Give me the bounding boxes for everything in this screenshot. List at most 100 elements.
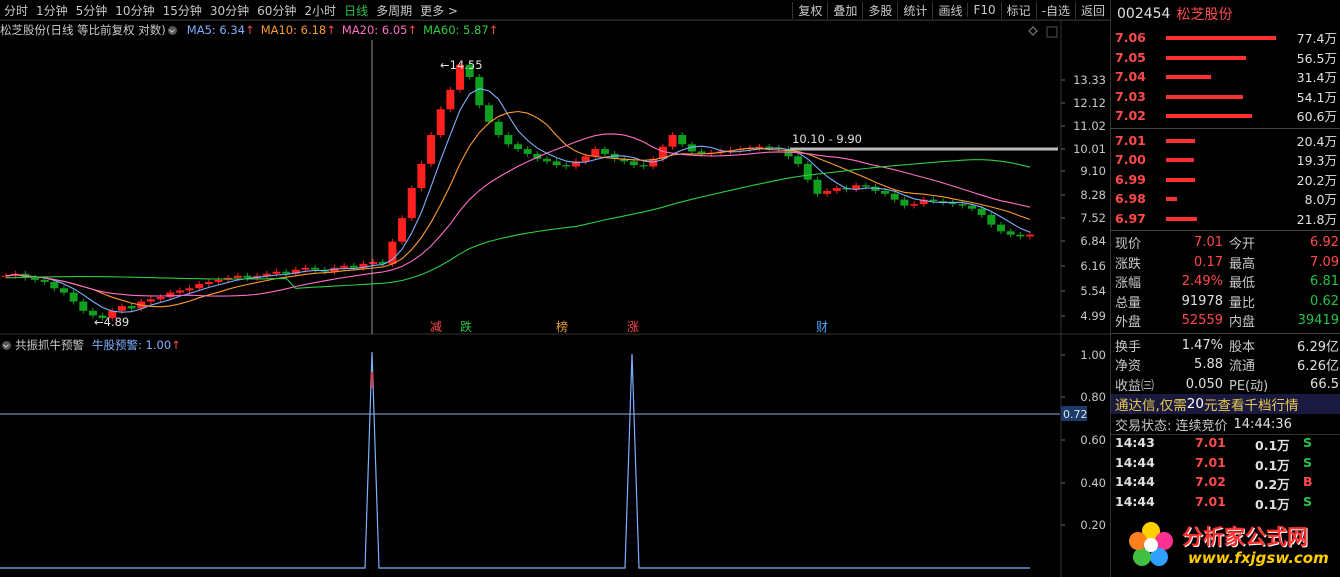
candle-body — [398, 218, 407, 242]
candle-body — [997, 224, 1006, 232]
up-arrow-icon: ↑ — [326, 23, 336, 37]
candle-body — [349, 265, 358, 268]
stat-row: 涨幅 2.49% 最低 6.81 — [1111, 272, 1340, 292]
candle-body — [117, 306, 126, 311]
candle-body — [79, 301, 88, 311]
quote-stats-2: 换手 1.47% 股本 6.29亿 净资 5.88 流通 6.26亿 收益㈢ 0.050 PE(动)… — [1111, 336, 1340, 395]
tick-volume: 0.2万 — [1255, 477, 1290, 492]
ob-price: 7.00 — [1115, 152, 1146, 168]
ob-volume: 56.5万 — [1296, 50, 1337, 66]
event-tag[interactable]: 涨 — [627, 319, 639, 334]
event-tag[interactable]: 榜 — [556, 319, 568, 334]
stat-row: 换手 1.47% 股本 6.29亿 — [1111, 336, 1340, 356]
orderbook-row[interactable]: 7.04 31.4万 — [1111, 67, 1340, 87]
stat-value: 66.5 — [1310, 376, 1339, 392]
candle-body — [436, 109, 445, 136]
tick-row: 14:44 7.01 0.1万 S — [1111, 494, 1340, 514]
indicator-title: 共振抓牛预警 牛股预警: 1.00 ↑ — [0, 337, 181, 353]
orderbook-row[interactable]: 7.02 60.6万 — [1111, 106, 1340, 126]
orderbook-row[interactable]: 6.98 8.0万 — [1111, 189, 1340, 209]
orderbook-row[interactable]: 7.00 19.3万 — [1111, 150, 1340, 170]
indicator-toggle-icon[interactable] — [2, 340, 11, 350]
stat-row: 外盘 52559 内盘 39419 — [1111, 311, 1340, 331]
up-arrow-icon: ↑ — [407, 23, 418, 37]
stat-label: 最高 — [1229, 256, 1256, 272]
y-tick-label: 6.84 — [1080, 234, 1106, 248]
stat-value: 0.17 — [1194, 254, 1223, 270]
diamond-icon[interactable] — [1028, 26, 1038, 36]
maximize-icon[interactable] — [1046, 26, 1058, 38]
ob-price: 6.98 — [1115, 191, 1146, 207]
ob-volume-bar — [1166, 75, 1212, 79]
promo-banner[interactable]: 通达信,仅需 20 元查看千档行情 — [1111, 394, 1340, 414]
event-tag[interactable]: 跌 — [460, 319, 472, 334]
quote-stats: 现价 7.01 今开 6.92 涨跌 0.17 最高 7.09 涨幅 2.49% 最低 6.81 总量 9… — [1111, 233, 1340, 331]
stat-value: 0.62 — [1310, 293, 1339, 309]
candle-body — [823, 190, 832, 194]
orderbook-divider — [1111, 127, 1340, 129]
candle-body — [59, 288, 68, 293]
y-tick-label: 1.00 — [1080, 348, 1106, 362]
tick-time: 14:44 — [1115, 474, 1155, 489]
tick-row: 14:43 7.01 0.1万 S — [1111, 435, 1340, 455]
orderbook-row[interactable]: 6.97 21.8万 — [1111, 209, 1340, 229]
candle-body — [156, 297, 165, 300]
watermark-logo: 分析家公式网 www.fxjgsw.com — [1120, 517, 1340, 577]
tick-list[interactable]: 14:43 7.01 0.1万 S 14:44 7.01 0.1万 S 14:44 7.02 0.2… — [1111, 435, 1340, 513]
tick-volume: 0.1万 — [1255, 438, 1290, 453]
orderbook-row[interactable]: 7.05 56.5万 — [1111, 48, 1340, 68]
ob-volume: 77.4万 — [1296, 31, 1337, 47]
ma20-line — [5, 133, 1031, 297]
tick-side: B — [1303, 474, 1313, 489]
candle-body — [369, 261, 378, 264]
candle-body — [581, 156, 590, 162]
candle-body — [50, 281, 59, 289]
orderbook-row[interactable]: 7.06 77.4万 — [1111, 28, 1340, 48]
stat-value: 6.26亿 — [1297, 359, 1339, 375]
low-annotation: ←4.89 — [94, 315, 129, 329]
trade-status-label: 交易状态: 连续竞价 — [1115, 418, 1228, 434]
candle-body — [127, 306, 136, 309]
tick-time: 14:44 — [1115, 454, 1155, 470]
candle-body — [958, 204, 967, 206]
kline-chart[interactable]: 13.33 12.12 11.02 10.01 9.10 8.28 7.52 6.84 6.16… — [0, 0, 1110, 577]
stat-row: 总量 91978 量比 0.62 — [1111, 292, 1340, 312]
candle-body — [282, 271, 291, 274]
promo-text: 通达信,仅需 — [1115, 398, 1187, 414]
up-arrow-icon: ↑ — [171, 338, 181, 352]
stat-label: 涨幅 — [1115, 276, 1142, 292]
stock-header: 002454 松芝股份 — [1111, 0, 1340, 28]
ob-price: 6.99 — [1115, 171, 1146, 187]
settings-toggle-icon[interactable] — [167, 25, 177, 35]
candle-body — [668, 135, 677, 147]
stat-label: 量比 — [1229, 295, 1256, 311]
tick-price: 7.01 — [1195, 493, 1226, 509]
candle-body — [678, 135, 687, 145]
stat-label: 今开 — [1229, 237, 1256, 253]
orderbook-row[interactable]: 7.03 54.1万 — [1111, 87, 1340, 107]
candle-body — [30, 277, 39, 280]
candle-body — [69, 292, 78, 302]
signal-line — [0, 351, 1030, 569]
orderbook-row[interactable]: 7.01 20.4万 — [1111, 131, 1340, 151]
y-tick-label: 5.54 — [1080, 284, 1106, 298]
ob-price: 7.02 — [1115, 108, 1146, 124]
orderbook-row[interactable]: 6.99 20.2万 — [1111, 170, 1340, 190]
y-tick-label: 0.80 — [1080, 390, 1106, 404]
trade-status-time: 14:44:36 — [1233, 416, 1292, 432]
candle-body — [504, 135, 513, 145]
candle-body — [794, 156, 803, 164]
event-tag[interactable]: 减 — [430, 320, 442, 334]
promo-price: 20 — [1186, 396, 1204, 412]
stat-value: 2.49% — [1181, 274, 1223, 290]
candle-body — [552, 161, 561, 166]
candle-body — [639, 165, 648, 167]
tick-side: S — [1303, 493, 1313, 509]
y-tick-label: 0.20 — [1080, 518, 1106, 532]
stat-value: 6.29亿 — [1297, 339, 1339, 355]
ob-volume-bar — [1166, 177, 1195, 182]
stat-row: 收益㈢ 0.050 PE(动) 66.5 — [1111, 375, 1340, 395]
event-tag[interactable]: 财 — [816, 320, 828, 334]
candle-body — [629, 161, 638, 166]
ob-price: 6.97 — [1115, 210, 1146, 226]
